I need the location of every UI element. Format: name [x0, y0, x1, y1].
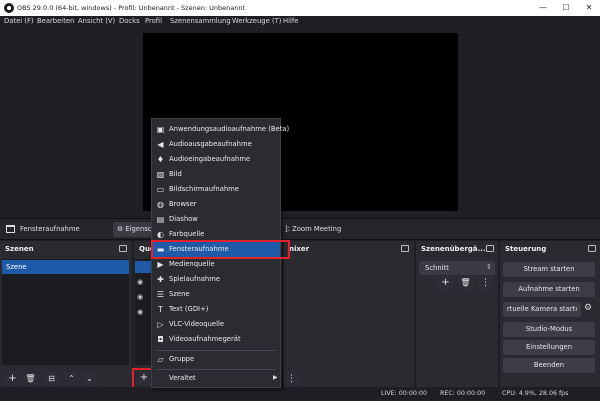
image-icon: ▨	[156, 170, 165, 179]
globe-icon: ◍	[157, 200, 164, 209]
scenes-list: Szene	[2, 259, 129, 365]
scene-up-button[interactable]: ⌃	[64, 372, 79, 386]
scenes-title: Szenen	[5, 245, 34, 253]
menu-item-group[interactable]: ▱ Gruppe	[152, 352, 280, 367]
menu-view[interactable]: Ansicht (V)	[78, 17, 115, 25]
app-audio-icon: ▣	[156, 125, 165, 134]
gear-icon[interactable]: ⚙	[584, 303, 592, 313]
menu-item-scene[interactable]: ☰ Szene	[152, 287, 280, 302]
rec-status: REC: 00:00:00	[440, 390, 486, 397]
window-select-value[interactable]: ]: Zoom Meeting	[285, 225, 341, 233]
text-icon: T	[158, 305, 163, 314]
source-toolbar: Fensteraufnahme ⚙ Eigenscha ]: Zoom Meet…	[0, 218, 600, 240]
add-scene-button[interactable]: +	[5, 372, 20, 386]
palette-icon: ◐	[157, 230, 164, 239]
start-recording-button[interactable]: Aufnahme starten	[503, 282, 595, 297]
menu-help[interactable]: Hilfe	[283, 17, 298, 25]
menu-item-game-capture[interactable]: ✚ Spielaufnahme	[152, 272, 280, 287]
menu-item-image[interactable]: ▨ Bild	[152, 167, 280, 182]
transitions-title: Szenenübergä...	[421, 245, 486, 253]
eye-icon[interactable]: ◉	[137, 293, 143, 301]
sources-list: ◉ ◉ ◉	[135, 259, 151, 365]
window-capture-icon	[6, 225, 15, 233]
minimize-button[interactable]: —	[532, 2, 554, 14]
transition-menu-button[interactable]: ⋮	[478, 276, 493, 290]
scene-filters-button[interactable]: ⊟	[44, 372, 59, 386]
undock-icon[interactable]	[486, 245, 494, 252]
menu-item-media-source[interactable]: ▶ Medienquelle	[152, 257, 280, 272]
chevron-updown-icon: ⇕	[486, 263, 492, 271]
vlc-play-icon: ▷	[157, 320, 164, 329]
highlight-window-capture	[151, 240, 290, 259]
transition-select[interactable]: Schnitt ⇕	[419, 261, 495, 275]
scenes-dock-header: Szenen	[0, 241, 132, 257]
microphone-icon: ♦	[156, 155, 165, 164]
menu-separator	[156, 369, 276, 370]
exit-button[interactable]: Beenden	[503, 358, 595, 373]
source-name: Fensteraufnahme	[20, 225, 80, 233]
settings-button[interactable]: Einstellungen	[503, 340, 595, 355]
live-status: LIVE: 00:00:00	[381, 390, 428, 397]
slideshow-icon: ▤	[156, 215, 165, 224]
title-bar: OBS 29.0.0 (64-bit, windows) - Profil: U…	[0, 0, 600, 16]
menu-edit[interactable]: Bearbeiten	[37, 17, 74, 25]
undock-icon[interactable]	[401, 245, 409, 252]
scene-item-selected[interactable]: Szene	[2, 260, 129, 274]
audio-mixer-title: nixer	[289, 245, 310, 253]
start-stream-button[interactable]: Stream starten	[503, 262, 595, 277]
transitions-header: Szenenübergä...	[416, 241, 498, 257]
menu-tools[interactable]: Werkzeuge (T)	[232, 17, 281, 25]
menu-item-text-gdi[interactable]: T Text (GDI+)	[152, 302, 280, 317]
menu-bar: Datei (F) Bearbeiten Ansicht (V) Docks P…	[0, 16, 600, 28]
menu-separator	[156, 350, 276, 351]
play-icon: ▶	[157, 260, 164, 269]
camera-icon: ◘	[157, 335, 164, 344]
audio-mixer-header: nixer	[284, 241, 414, 257]
close-button[interactable]: ✕	[578, 2, 600, 14]
menu-item-audio-output-capture[interactable]: ◀ Audioausgabeaufnahme	[152, 137, 280, 152]
undock-icon[interactable]	[588, 245, 596, 252]
source-item-selected[interactable]	[135, 261, 151, 273]
controls-title: Steuerung	[505, 245, 547, 253]
list-icon: ☰	[156, 290, 165, 299]
mixer-menu-button[interactable]: ⋮	[284, 372, 299, 386]
remove-scene-button[interactable]: 🗑	[23, 372, 38, 386]
window-title: OBS 29.0.0 (64-bit, windows) - Profil: U…	[17, 4, 245, 12]
maximize-button[interactable]: ☐	[555, 2, 577, 14]
status-bar: LIVE: 00:00:00 REC: 00:00:00 CPU: 4.9%, …	[0, 387, 600, 401]
transition-value: Schnitt	[425, 264, 449, 272]
cpu-status: CPU: 4.9%, 28.06 fps	[502, 390, 569, 397]
gamepad-icon: ✚	[157, 275, 164, 284]
start-virtual-camera-button[interactable]: rtuelle Kamera startı	[503, 302, 581, 317]
monitor-icon: ▭	[156, 185, 165, 194]
remove-transition-button[interactable]: 🗑	[458, 276, 473, 290]
menu-item-audio-input-capture[interactable]: ♦ Audioeingabeaufnahme	[152, 152, 280, 167]
menu-item-slideshow[interactable]: ▤ Diashow	[152, 212, 280, 227]
studio-mode-button[interactable]: Studio-Modus	[503, 322, 595, 337]
folder-icon: ▱	[157, 355, 164, 364]
eye-icon[interactable]: ◉	[137, 308, 143, 316]
add-transition-button[interactable]: +	[438, 276, 453, 290]
undock-icon[interactable]	[119, 245, 127, 252]
menu-item-deprecated[interactable]: Veraltet ▶	[152, 371, 280, 386]
speaker-icon: ◀	[157, 140, 164, 149]
scene-down-button[interactable]: ⌄	[82, 372, 97, 386]
menu-item-app-audio-capture[interactable]: ▣ Anwendungsaudioaufnahme (Beta)	[152, 122, 290, 137]
menu-item-display-capture[interactable]: ▭ Bildschirmaufnahme	[152, 182, 280, 197]
scene-item-label: Szene	[6, 263, 27, 271]
menu-item-browser[interactable]: ◍ Browser	[152, 197, 280, 212]
menu-scene-collection[interactable]: Szenensammlung	[170, 17, 231, 25]
controls-header: Steuerung	[500, 241, 600, 257]
eye-icon[interactable]: ◉	[137, 278, 143, 286]
menu-item-vlc-video-source[interactable]: ▷ VLC-Videoquelle	[152, 317, 280, 332]
gear-icon: ⚙	[117, 225, 124, 233]
menu-profile[interactable]: Profil	[145, 17, 162, 25]
obs-logo-icon	[4, 3, 14, 13]
submenu-arrow-icon: ▶	[273, 374, 278, 381]
highlight-add-source	[132, 368, 153, 389]
audio-mixer-dock	[284, 241, 414, 387]
menu-docks[interactable]: Docks	[119, 17, 140, 25]
menu-item-video-capture-device[interactable]: ◘ Videoaufnahmegerät	[152, 332, 280, 347]
menu-file[interactable]: Datei (F)	[4, 17, 34, 25]
